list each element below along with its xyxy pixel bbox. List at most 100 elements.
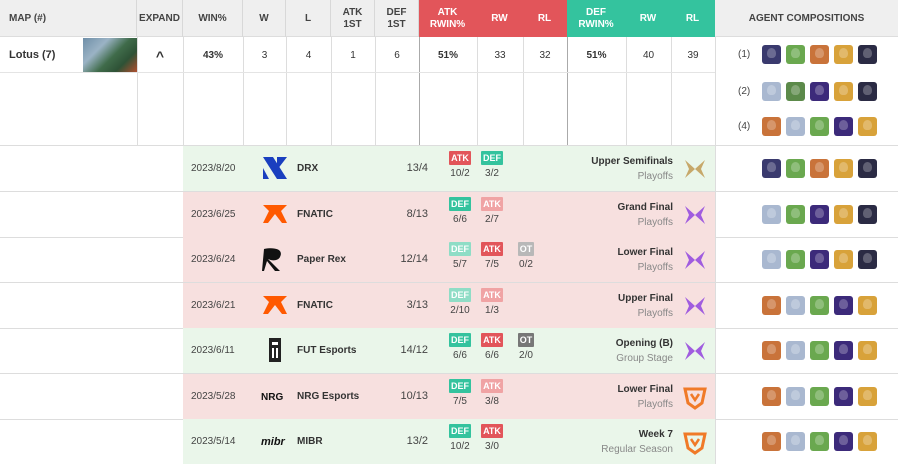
- match-row[interactable]: 2023/5/14 mibr MIBR 13/2 DEF 10/2 ATK 3/0 Week 7…: [183, 419, 715, 464]
- side-score: 2/0: [519, 350, 533, 361]
- side-score: 2/7: [485, 213, 499, 225]
- killjoy-agent-icon: [858, 117, 877, 136]
- header-line: RWIN%: [429, 18, 466, 30]
- match-date: 2023/5/28: [191, 390, 236, 402]
- raze-agent-icon: [762, 295, 781, 315]
- raze-agent-icon: [810, 45, 829, 64]
- col-l-header[interactable]: L: [286, 0, 331, 37]
- match-date: 2023/6/11: [191, 345, 235, 356]
- vct-americas-logo: [682, 384, 708, 410]
- side-score: 6/6: [453, 213, 467, 225]
- match-row[interactable]: 2023/6/25 FNATIC 8/13 DEF 6/6 ATK 2/7 Grand Fin…: [183, 191, 715, 237]
- summary-def-rwin: 51%: [586, 49, 607, 61]
- astra-agent-icon: [834, 432, 853, 451]
- match-row[interactable]: 2023/6/21 FNATIC 3/13 DEF 2/10 ATK 1/3 Upper Fi…: [183, 282, 715, 328]
- match-score[interactable]: 14/12: [383, 328, 428, 373]
- composition-count: (4): [738, 121, 751, 132]
- table-header: MAP (#) EXPAND WIN% W L ATK 1ST DEF 1ST AT…: [0, 0, 898, 37]
- col-w-header[interactable]: W: [243, 0, 286, 37]
- match-row[interactable]: 2023/8/20 DRX 13/4 ATK 10/2 DEF 3/2 Upper Semif…: [183, 146, 715, 191]
- opponent-team-name[interactable]: DRX: [297, 146, 318, 191]
- summary-winpct: 43%: [202, 49, 223, 61]
- astra-agent-icon: [834, 295, 853, 315]
- side-def-result: DEF 2/10: [447, 287, 473, 316]
- nrg-logo: NRG: [261, 382, 289, 410]
- fnatic-logo: [261, 291, 289, 319]
- astra-agent-icon: [834, 386, 853, 406]
- paper-rex-logo: [261, 245, 289, 273]
- side-ot-result: OT 2/0: [513, 333, 539, 361]
- gekko-agent-icon: [810, 117, 829, 136]
- event-info[interactable]: Lower Final Playoffs: [617, 382, 673, 412]
- raze-agent-icon: [762, 432, 781, 451]
- jett-agent-icon: [786, 117, 805, 136]
- opponent-team-name[interactable]: NRG Esports: [297, 374, 359, 419]
- astra-agent-icon: [834, 341, 853, 360]
- raze-agent-icon: [762, 341, 781, 360]
- composition-count: (1): [738, 49, 751, 60]
- opponent-team-name[interactable]: Paper Rex: [297, 237, 346, 282]
- match-score[interactable]: 8/13: [383, 192, 428, 237]
- map-name[interactable]: Lotus (7): [9, 37, 55, 73]
- side-atk-result: ATK 3/0: [479, 424, 505, 452]
- side-score: 3/8: [485, 395, 499, 407]
- side-atk-result: ATK 7/5: [479, 242, 505, 270]
- vct-americas-logo: [682, 429, 708, 455]
- atk-badge: ATK: [481, 287, 503, 302]
- agent-row: [762, 295, 877, 315]
- summary-atk-rw: 33: [494, 49, 506, 61]
- col-def-rl-header[interactable]: RL: [671, 0, 715, 37]
- raze-agent-icon: [762, 117, 781, 136]
- opponent-team-name[interactable]: FNATIC: [297, 192, 333, 237]
- event-info[interactable]: Opening (B) Group Stage: [616, 336, 673, 366]
- gekko-agent-icon: [810, 295, 829, 315]
- match-score[interactable]: 13/4: [383, 146, 428, 191]
- event-info[interactable]: Upper Semifinals Playoffs: [591, 154, 673, 184]
- event-info[interactable]: Lower Final Playoffs: [617, 245, 673, 275]
- event-info[interactable]: Grand Final Playoffs: [617, 200, 673, 230]
- col-agents-header: AGENT COMPOSITIONS: [748, 12, 865, 24]
- match-row[interactable]: 2023/6/24 Paper Rex 12/14 DEF 5/7 ATK 7/5 OT 0/2…: [183, 237, 715, 282]
- col-atk-rwin-header[interactable]: ATK RWIN%: [419, 0, 477, 37]
- atk-badge: ATK: [481, 378, 503, 393]
- killjoy-agent-icon: [834, 45, 853, 64]
- jett-agent-icon: [786, 432, 805, 451]
- match-row[interactable]: 2023/5/28 NRG NRG Esports 10/13 DEF 7/5 ATK 3/8…: [183, 373, 715, 419]
- side-ot-result: OT 0/2: [513, 242, 539, 270]
- gekko-agent-icon: [786, 45, 805, 64]
- match-score[interactable]: 10/13: [383, 374, 428, 419]
- atk-badge: ATK: [481, 424, 503, 438]
- col-def-rw-header[interactable]: RW: [626, 0, 671, 37]
- col-def-rwin-header[interactable]: DEF RWIN%: [567, 0, 626, 37]
- col-atk1st-header[interactable]: ATK 1ST: [331, 0, 375, 37]
- event-info[interactable]: Upper Final Playoffs: [618, 291, 673, 321]
- masters-logo: [682, 202, 708, 228]
- summary-def-rl: 39: [687, 49, 699, 61]
- expand-toggle-icon[interactable]: ^: [137, 40, 183, 72]
- composition-count: (2): [738, 86, 751, 97]
- match-row[interactable]: 2023/6/11 FUT Esports 14/12 DEF 6/6 ATK 6/6 OT 2…: [183, 328, 715, 373]
- agent-row: [762, 341, 877, 360]
- side-def-result: DEF 6/6: [447, 333, 473, 361]
- opponent-team-name[interactable]: FUT Esports: [297, 328, 356, 373]
- event-name: Opening (B): [615, 338, 673, 349]
- match-score[interactable]: 12/14: [383, 237, 428, 282]
- col-map-header[interactable]: MAP (#): [0, 0, 137, 37]
- col-def1st-header[interactable]: DEF 1ST: [375, 0, 419, 37]
- def-badge: DEF: [449, 196, 471, 211]
- col-atk-rw-header[interactable]: RW: [477, 0, 523, 37]
- side-score: 10/2: [450, 168, 470, 179]
- opponent-team-name[interactable]: FNATIC: [297, 283, 333, 328]
- match-score[interactable]: 3/13: [383, 283, 428, 328]
- col-winpct-header[interactable]: WIN%: [183, 0, 243, 37]
- match-score[interactable]: 13/2: [383, 419, 428, 464]
- side-score: 6/6: [453, 350, 467, 361]
- side-atk-result: ATK 10/2: [447, 151, 473, 179]
- opponent-team-name[interactable]: MIBR: [297, 419, 323, 464]
- killjoy-agent-icon: [834, 250, 853, 269]
- event-info[interactable]: Week 7 Regular Season: [601, 427, 673, 457]
- col-atk-rl-header[interactable]: RL: [523, 0, 567, 37]
- side-score: 10/2: [450, 441, 470, 452]
- side-def-result: DEF 10/2: [447, 424, 473, 452]
- header-line: 1ST: [387, 18, 406, 30]
